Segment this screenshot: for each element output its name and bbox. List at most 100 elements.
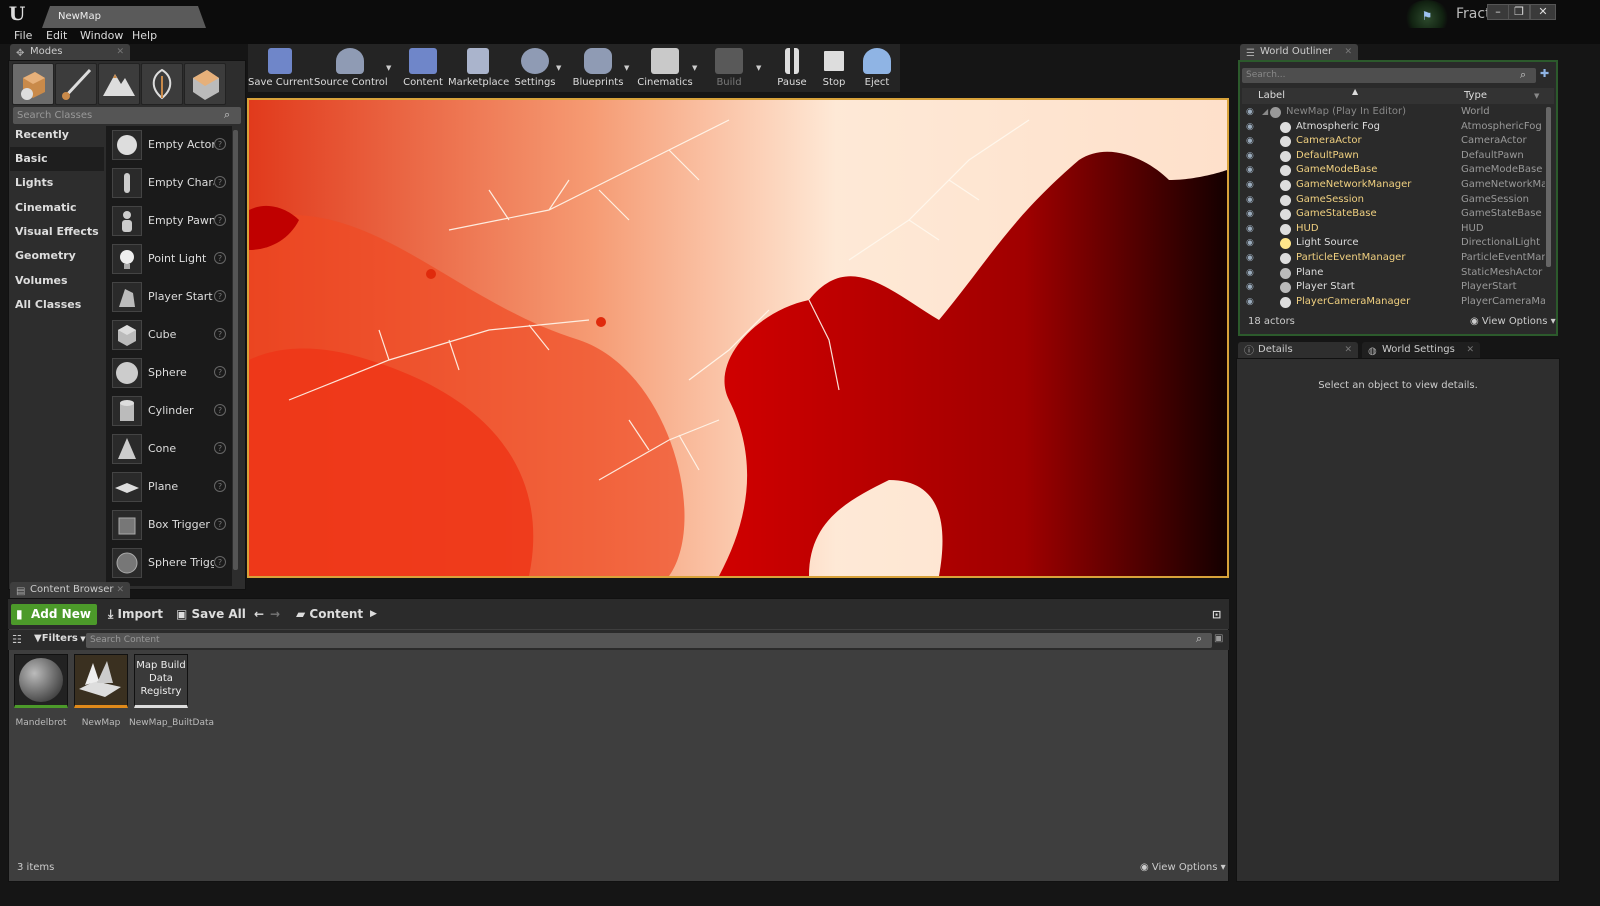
eye-icon[interactable]: ◉	[1246, 295, 1254, 310]
close-button[interactable]: ✕	[1530, 4, 1556, 20]
content-button[interactable]: Content	[400, 44, 446, 92]
help-icon[interactable]: ?	[214, 556, 226, 568]
content-view-options[interactable]: ◉ View Options ▾	[1140, 862, 1226, 873]
close-icon[interactable]: ✕	[116, 44, 124, 60]
save-all-button[interactable]: ▣ Save All	[176, 604, 246, 625]
category-cinematic[interactable]: Cinematic	[10, 196, 104, 220]
path-chevron-icon[interactable]: ▶	[370, 604, 377, 625]
eye-icon[interactable]: ◉	[1246, 236, 1254, 251]
pause-button[interactable]: Pause	[770, 44, 814, 92]
menu-file[interactable]: File	[14, 28, 32, 44]
help-icon[interactable]: ?	[214, 366, 226, 378]
chevron-down-icon[interactable]: ▼	[1534, 92, 1539, 100]
outliner-view-options[interactable]: ◉ View Options ▾	[1470, 316, 1556, 327]
eye-icon[interactable]: ◉	[1246, 193, 1254, 208]
maximize-button[interactable]: ❐	[1508, 4, 1530, 20]
outliner-row-world[interactable]: ◉ ◢ NewMap (Play In Editor) World	[1242, 105, 1544, 120]
level-viewport[interactable]	[247, 98, 1229, 578]
eye-icon[interactable]: ◉	[1246, 266, 1254, 281]
minimize-button[interactable]: –	[1487, 4, 1509, 20]
outliner-row[interactable]: ◉ GameModeBase GameModeBase	[1242, 163, 1544, 178]
eye-icon[interactable]: ◉	[1246, 134, 1254, 149]
close-icon[interactable]: ✕	[1344, 342, 1352, 358]
landscape-mode-button[interactable]	[98, 63, 140, 105]
outliner-row[interactable]: ◉ Plane StaticMeshActor	[1242, 266, 1544, 281]
column-type[interactable]: Type	[1464, 90, 1487, 101]
outliner-row[interactable]: ◉ PlayerCameraManager PlayerCameraMan	[1242, 295, 1545, 310]
blueprints-button[interactable]: Blueprints	[570, 44, 626, 92]
help-icon[interactable]: ?	[214, 176, 226, 188]
help-icon[interactable]: ?	[214, 290, 226, 302]
help-icon[interactable]: ?	[214, 442, 226, 454]
category-visual-effects[interactable]: Visual Effects	[10, 220, 104, 244]
help-icon[interactable]: ?	[214, 518, 226, 530]
eye-icon[interactable]: ◉	[1246, 251, 1254, 266]
source-control-button[interactable]: Source Control	[314, 44, 388, 92]
collapse-arrow-icon[interactable]: ◢	[1262, 105, 1268, 120]
place-item-plane[interactable]: Plane?	[108, 468, 230, 506]
place-item-empty-character[interactable]: Empty Charac?	[108, 164, 230, 202]
menu-edit[interactable]: Edit	[46, 28, 67, 44]
content-path[interactable]: ▰ Content	[296, 604, 363, 625]
category-geometry[interactable]: Geometry	[10, 244, 104, 268]
asset-newmap[interactable]	[74, 654, 128, 708]
category-basic[interactable]: Basic	[10, 147, 104, 171]
outliner-row[interactable]: ◉ DefaultPawn DefaultPawn	[1242, 149, 1544, 164]
close-icon[interactable]: ✕	[116, 582, 124, 598]
close-icon[interactable]: ✕	[1344, 44, 1352, 60]
eye-icon[interactable]: ◉	[1246, 149, 1254, 164]
forward-button[interactable]: →	[270, 604, 280, 625]
cinematics-button[interactable]: Cinematics	[636, 44, 694, 92]
settings-dropdown-icon[interactable]: ▼	[556, 64, 564, 72]
outliner-row[interactable]: ◉ ParticleEventManager ParticleEventMana	[1242, 251, 1545, 266]
marketplace-button[interactable]: Marketplace	[448, 44, 509, 92]
place-item-empty-pawn[interactable]: Empty Pawn?	[108, 202, 230, 240]
eye-icon[interactable]: ◉	[1246, 207, 1254, 222]
help-icon[interactable]: ?	[214, 214, 226, 226]
add-filter-icon[interactable]: ✚	[1540, 67, 1554, 82]
menu-help[interactable]: Help	[132, 28, 157, 44]
category-all-classes[interactable]: All Classes	[10, 293, 104, 317]
asset-newmap-builtdata[interactable]: Map Build Data Registry	[134, 654, 188, 708]
help-icon[interactable]: ?	[214, 404, 226, 416]
eject-button[interactable]: Eject	[856, 44, 898, 92]
place-item-empty-actor[interactable]: Empty Actor?	[108, 126, 230, 164]
save-search-icon[interactable]: ▣	[1214, 633, 1223, 644]
outliner-row[interactable]: ◉ GameSession GameSession	[1242, 193, 1544, 208]
place-item-cylinder[interactable]: Cylinder?	[108, 392, 230, 430]
help-icon[interactable]: ?	[214, 480, 226, 492]
import-button[interactable]: ⤓ Import	[108, 604, 163, 625]
outliner-row[interactable]: ◉ Atmospheric Fog AtmosphericFog	[1242, 120, 1544, 135]
geometry-mode-button[interactable]	[184, 63, 226, 105]
outliner-row[interactable]: ◉ GameStateBase GameStateBase	[1242, 207, 1544, 222]
eye-icon[interactable]: ◉	[1246, 280, 1254, 295]
sources-toggle-icon[interactable]: ☷	[12, 633, 22, 646]
tab-details[interactable]: ⓘ Details ✕	[1238, 342, 1358, 358]
category-lights[interactable]: Lights	[10, 171, 104, 195]
search-classes-input[interactable]: Search Classes	[13, 107, 241, 124]
build-dropdown-icon[interactable]: ▼	[756, 64, 764, 72]
back-button[interactable]: ←	[254, 604, 264, 625]
settings-button[interactable]: Settings	[512, 44, 558, 92]
stop-button[interactable]: Stop	[814, 44, 854, 92]
close-icon[interactable]: ✕	[1466, 342, 1474, 358]
tab-world-settings[interactable]: ◍ World Settings ✕	[1362, 342, 1480, 358]
tab-world-outliner[interactable]: ☰ World Outliner ✕	[1240, 44, 1358, 60]
column-label[interactable]: Label	[1258, 90, 1285, 101]
place-mode-button[interactable]	[12, 63, 54, 105]
help-icon[interactable]: ?	[214, 252, 226, 264]
place-item-box-trigger[interactable]: Box Trigger?	[108, 506, 230, 544]
outliner-row[interactable]: ◉ HUD HUD	[1242, 222, 1544, 237]
outliner-scrollbar[interactable]	[1546, 107, 1551, 267]
add-new-button[interactable]: ▮ Add New ▼	[11, 604, 97, 642]
cinematics-dropdown-icon[interactable]: ▼	[692, 64, 700, 72]
asset-mandelbrot[interactable]	[14, 654, 68, 708]
foliage-mode-button[interactable]	[141, 63, 183, 105]
outliner-search-input[interactable]: Search...	[1242, 68, 1536, 83]
eye-icon[interactable]: ◉	[1246, 178, 1254, 193]
category-recently-placed[interactable]: Recently Placed	[10, 123, 104, 165]
place-item-cone[interactable]: Cone?	[108, 430, 230, 468]
eye-icon[interactable]: ◉	[1246, 163, 1254, 178]
place-item-sphere-trigger[interactable]: Sphere Trigge?	[108, 544, 230, 582]
help-icon[interactable]: ?	[214, 138, 226, 150]
